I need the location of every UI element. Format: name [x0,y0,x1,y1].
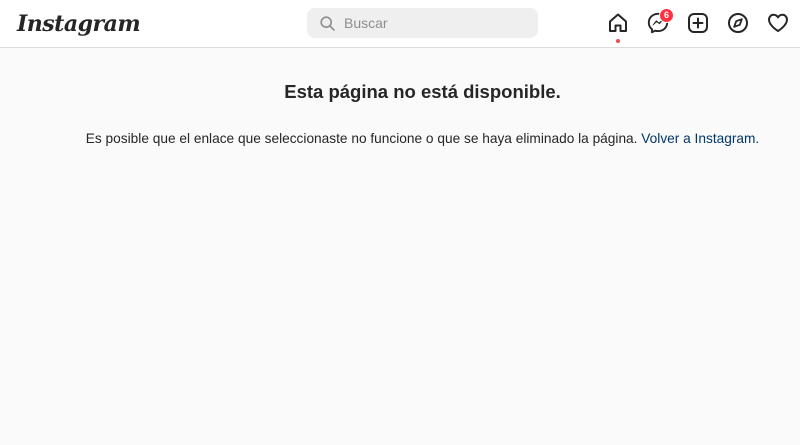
compass-icon[interactable] [727,12,749,34]
notification-badge: 6 [659,8,674,23]
home-icon[interactable] [607,12,629,34]
search-input[interactable] [344,8,529,38]
search-icon [320,16,335,31]
instagram-logo[interactable]: Instagram [17,9,141,39]
heart-icon[interactable] [767,12,789,34]
new-post-icon[interactable] [687,12,709,34]
error-message: Es posible que el enlace que seleccionas… [0,131,800,146]
error-message-text: Es posible que el enlace que seleccionas… [85,131,638,146]
active-indicator-dot [616,39,620,43]
top-navigation-bar: Instagram 6 [0,0,800,48]
search-box[interactable] [307,8,538,38]
back-to-instagram-link[interactable]: Volver a Instagram. [641,131,759,146]
page-title: Esta página no está disponible. [284,81,561,102]
